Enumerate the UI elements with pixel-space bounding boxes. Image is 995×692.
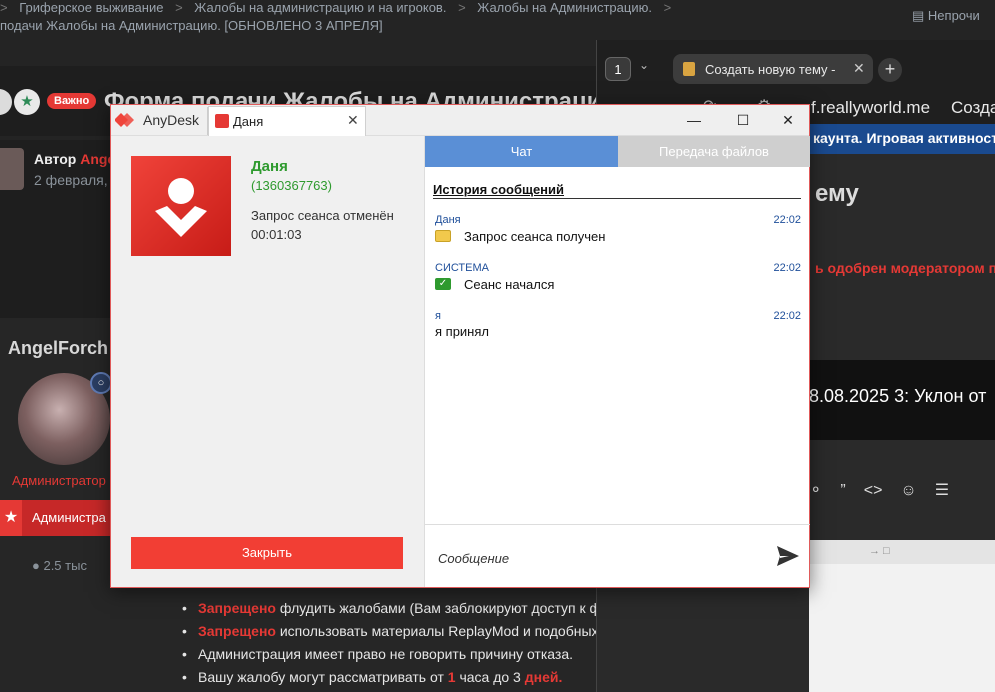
role-banner: ★ Администра (0, 500, 110, 536)
favicon-icon (683, 62, 695, 76)
message-sender: я (435, 310, 441, 322)
message-time: 22:02 (773, 310, 801, 322)
contact-name: Даня (251, 158, 288, 175)
session-status: Запрос сеанса отменён (251, 208, 394, 223)
breadcrumb-separator: > (175, 0, 183, 15)
close-icon[interactable]: ✕ (347, 112, 359, 129)
post-username[interactable]: AngelForch (8, 338, 108, 359)
star-icon: ★ (14, 89, 40, 115)
site-title-text: 8.08.2025 3: Уклон от (809, 386, 987, 406)
breadcrumb-separator: > (458, 0, 466, 15)
new-tab-button[interactable]: + (878, 58, 902, 82)
session-info-panel: Даня (1360367763) Запрос сеанса отменён … (111, 136, 424, 587)
close-icon[interactable]: ✕ (853, 60, 865, 77)
chevron-down-icon[interactable]: ⌄ (639, 58, 649, 72)
shield-icon: ○ (90, 372, 112, 394)
unread-icon: ▤ (912, 8, 928, 23)
message-count-value: 2.5 тыс (43, 558, 87, 573)
role-banner-label: Администра (32, 510, 106, 525)
message-time: 22:02 (773, 262, 801, 274)
rule-text: часа до 3 (455, 669, 525, 685)
important-badge: Важно (47, 93, 97, 109)
breadcrumb-item[interactable]: Жалобы на администрацию и на игроков. (194, 0, 446, 15)
anydesk-window: AnyDesk Даня ✕ — ☐ ✕ Даня (1360367763) З… (110, 104, 810, 588)
app-name: AnyDesk (143, 112, 200, 128)
maximize-button[interactable]: ☐ (728, 108, 758, 132)
message-count: ● 2.5 тыс (32, 558, 87, 573)
tab-counter[interactable]: 1 (605, 57, 631, 81)
editor-area[interactable]: → □ (809, 540, 995, 692)
list-icon[interactable]: ☰ (935, 482, 949, 499)
message-text: Запрос сеанса получен (464, 229, 606, 244)
history-title: История сообщений (433, 182, 565, 197)
star-icon: ★ (0, 500, 22, 536)
contact-id: (1360367763) (251, 178, 332, 193)
chat-message: СИСТЕМА 22:02 ✓ Сеанс начался (435, 262, 801, 306)
breadcrumb-item[interactable]: Гриферское выживание (19, 0, 163, 15)
minimize-button[interactable]: — (679, 108, 709, 132)
post-date: 2 февраля, (34, 172, 108, 188)
unread-label: Непрочи (927, 8, 980, 23)
rule-text: Администрация имеет право не говорить пр… (198, 646, 573, 662)
rule-text: флудить жалобами (Вам заблокируют доступ… (275, 600, 649, 616)
breadcrumb-current: подачи Жалобы на Администрацию. [ОБНОВЛЕ… (0, 18, 383, 33)
link-icon[interactable]: ⚬ (809, 482, 822, 499)
divider (433, 198, 801, 199)
tab-chat[interactable]: Чат (425, 136, 618, 167)
rule-emphasis: Запрещено (198, 623, 276, 639)
message-input[interactable]: Сообщение (425, 524, 810, 587)
author-avatar[interactable] (0, 148, 24, 190)
message-text: я принял (435, 324, 489, 339)
breadcrumb-item[interactable]: Жалобы на Администрацию. (477, 0, 652, 15)
session-avatar-icon (131, 156, 231, 256)
browser-tab-bar: 1 ⌄ Создать новую тему - F ✕ + (597, 40, 995, 88)
smile-icon[interactable]: ☺ (900, 482, 916, 499)
page-title-fragment: Созда (951, 98, 995, 117)
chat-bubble-icon: ● (32, 558, 44, 573)
site-banner-text: каунта. Игровая активност (813, 130, 995, 146)
site-heading: ему (815, 180, 859, 207)
session-start-icon: ✓ (435, 278, 451, 290)
message-sender: СИСТЕМА (435, 262, 489, 274)
send-icon[interactable] (775, 543, 801, 569)
breadcrumb-separator: > (663, 0, 672, 15)
chat-message: я 22:02 я принял (435, 310, 801, 354)
browser-tab-title: Создать новую тему - F (705, 62, 835, 77)
chat-panel: Чат Передача файлов История сообщений Да… (424, 136, 810, 587)
editor-toolbar: ⚬ ” <> ☺ ☰ (809, 480, 995, 508)
editor-subbar: → □ (809, 540, 995, 564)
url-text[interactable]: f.reallyworld.me (811, 98, 930, 118)
breadcrumb-separator: > (0, 0, 8, 15)
anydesk-titlebar[interactable]: AnyDesk Даня ✕ — ☐ ✕ (111, 105, 809, 136)
chat-message: Даня 22:02 Запрос сеанса получен (435, 214, 801, 258)
rule-number: 1 (447, 669, 456, 685)
session-tab-label: Даня (233, 114, 264, 129)
author-label: Автор (34, 151, 77, 167)
message-placeholder: Сообщение (438, 551, 510, 566)
code-icon[interactable]: <> (864, 482, 883, 499)
site-warning: ь одобрен модератором п (815, 260, 995, 276)
rule-text: Вашу жалобу могут рассматривать от (198, 669, 448, 685)
message-sender: Даня (435, 214, 461, 226)
session-tab[interactable]: Даня ✕ (208, 106, 366, 136)
arrow-right-icon: → □ (869, 545, 890, 557)
rule-emphasis: дней. (524, 669, 563, 685)
browser-tab[interactable]: Создать новую тему - F ✕ (673, 54, 873, 84)
author-line: Автор Ange (34, 151, 115, 167)
unread-link[interactable]: ▤ Непрочи (912, 8, 980, 24)
message-time: 22:02 (773, 214, 801, 226)
close-window-button[interactable]: ✕ (773, 108, 803, 132)
breadcrumb: > Гриферское выживание > Жалобы на админ… (0, 0, 671, 40)
session-duration: 00:01:03 (251, 227, 302, 242)
session-icon (215, 114, 229, 128)
rule-emphasis: Запрещено (198, 600, 276, 616)
close-button[interactable]: Закрыть (131, 537, 403, 569)
quote-icon[interactable]: ” (840, 482, 845, 499)
message-text: Сеанс начался (464, 277, 555, 292)
anydesk-logo-icon (115, 113, 134, 127)
tab-file-transfer[interactable]: Передача файлов (618, 136, 810, 167)
user-role: Администратор (12, 473, 106, 488)
session-request-icon (435, 230, 451, 242)
